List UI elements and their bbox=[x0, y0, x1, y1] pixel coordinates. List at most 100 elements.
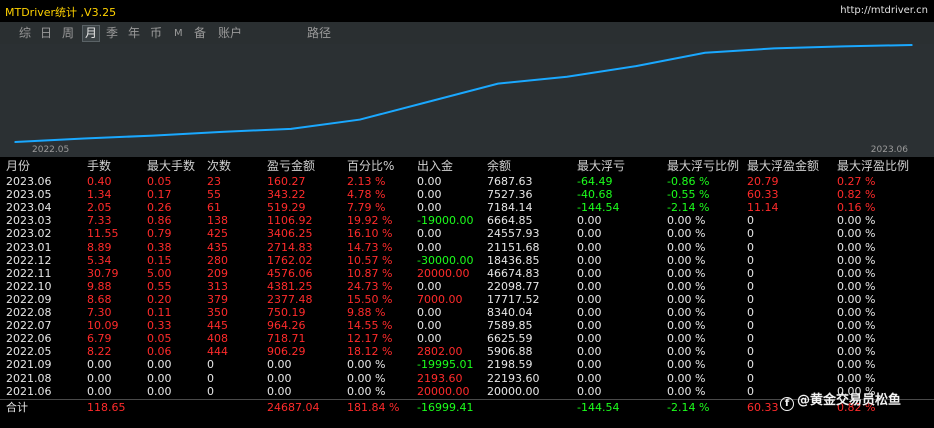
table-row[interactable]: 2023.01 8.89 0.38 435 2714.83 14.73 % 0.00 2115… bbox=[0, 241, 934, 254]
tab-3[interactable]: 月 bbox=[82, 25, 101, 42]
tab-8[interactable]: 备 bbox=[192, 25, 208, 42]
cell-lots: 0.00 bbox=[87, 384, 112, 398]
table-row[interactable]: 2022.10 9.88 0.55 313 4381.25 24.73 % 0.00 2209… bbox=[0, 280, 934, 293]
table-row[interactable]: 2022.11 30.79 5.00 209 4576.06 10.87 % 20000.0… bbox=[0, 267, 934, 280]
data-point-2022.11 bbox=[428, 100, 430, 103]
cell-max-drawdown: 0.00 bbox=[577, 384, 602, 398]
cell-deposit: 2193.60 bbox=[417, 371, 463, 385]
weibo-icon: f bbox=[780, 397, 794, 411]
header-month[interactable]: 月份 bbox=[6, 159, 30, 174]
table-row[interactable]: 2021.08 0.00 0.00 0 0.00 0.00 % 2193.60 22193.6… bbox=[0, 372, 934, 385]
cell-deposit: 0.00 bbox=[417, 201, 442, 215]
header-lots[interactable]: 手数 bbox=[87, 159, 111, 174]
table-row[interactable]: 2022.12 5.34 0.15 280 1762.02 10.57 % -30000.0… bbox=[0, 254, 934, 267]
cell-pnl: 343.22 bbox=[267, 188, 306, 202]
cell-max-drawdown-pct: -2.14 % bbox=[667, 201, 710, 215]
header-max-floating-profit[interactable]: 最大浮盈金额 bbox=[747, 159, 819, 174]
header-max-lots[interactable]: 最大手数 bbox=[147, 159, 195, 174]
cell-balance: 2198.59 bbox=[487, 358, 533, 372]
cell-pnl: 0.00 bbox=[267, 358, 292, 372]
cell-pnl: 4381.25 bbox=[267, 279, 313, 293]
cell-month: 2022.12 bbox=[6, 253, 52, 267]
cell-max-drawdown: 0.00 bbox=[577, 227, 602, 241]
cell-max-floating-profit-pct: 0.00 % bbox=[837, 306, 876, 319]
table-row[interactable]: 2022.09 8.68 0.20 379 2377.48 15.50 % 7000.00 1… bbox=[0, 293, 934, 306]
cell-deposit: 0.00 bbox=[417, 188, 442, 202]
cell-percent: 0.00 % bbox=[347, 384, 386, 398]
cell-month: 2021.09 bbox=[6, 358, 52, 372]
cell-max-lots: 0.33 bbox=[147, 319, 172, 333]
cell-percent: 0.00 % bbox=[347, 371, 386, 385]
cell-max-floating-profit-pct: 0.00 % bbox=[837, 358, 876, 372]
cell-month: 2022.07 bbox=[6, 319, 52, 333]
data-point-2022.08 bbox=[221, 131, 223, 133]
cell-max-lots: 0.00 bbox=[147, 384, 172, 398]
cell-pnl: 906.29 bbox=[267, 345, 306, 359]
cell-month: 2023.05 bbox=[6, 188, 52, 202]
table-row[interactable]: 2023.02 11.55 0.79 425 3406.25 16.10 % 0.00 245… bbox=[0, 227, 934, 240]
cell-month: 2022.06 bbox=[6, 332, 52, 346]
data-point-2023.01 bbox=[566, 75, 568, 78]
cell-max-drawdown-pct: 0.00 % bbox=[667, 332, 706, 346]
cell-max-drawdown-pct: 0.00 % bbox=[667, 384, 706, 398]
table-row[interactable]: 2023.04 2.05 0.26 61 519.29 7.79 % 0.00 7184.14… bbox=[0, 201, 934, 214]
cell-max-floating-profit: 0 bbox=[747, 253, 754, 267]
cell-trades: 425 bbox=[207, 227, 228, 241]
header-pnl[interactable]: 盈亏金额 bbox=[267, 159, 315, 174]
cell-month: 2022.09 bbox=[6, 292, 52, 306]
table-row[interactable]: 2022.06 6.79 0.05 408 718.71 12.17 % 0.00 6625.… bbox=[0, 332, 934, 345]
cell-max-drawdown-pct: 0.00 % bbox=[667, 266, 706, 280]
cell-max-drawdown-pct: -0.55 % bbox=[667, 188, 710, 202]
table-row[interactable]: 2022.05 8.22 0.06 444 906.29 18.12 % 2802.00 59… bbox=[0, 345, 934, 358]
cell-max-lots: 5.00 bbox=[147, 266, 172, 280]
data-point-2023.02 bbox=[635, 65, 637, 67]
tab-2[interactable]: 周 bbox=[60, 25, 76, 42]
tab-0[interactable]: 综 bbox=[17, 25, 33, 42]
table-row[interactable]: 2021.09 0.00 0.00 0 0.00 0.00 % -19995.01 2198.… bbox=[0, 358, 934, 371]
header-max-floating-profit-pct[interactable]: 最大浮盈比例 bbox=[837, 159, 909, 174]
cell-max-drawdown-pct: 0.00 % bbox=[667, 214, 706, 228]
cell-max-drawdown: 0.00 bbox=[577, 292, 602, 306]
header-balance[interactable]: 余额 bbox=[487, 159, 511, 174]
tab-4[interactable]: 季 bbox=[104, 25, 120, 42]
cell-percent: 15.50 % bbox=[347, 292, 393, 306]
tab-1[interactable]: 日 bbox=[38, 25, 54, 42]
tab-10[interactable]: 路径 bbox=[305, 25, 333, 42]
table-row[interactable]: 2023.03 7.33 0.86 138 1106.92 19.92 % -19000.0… bbox=[0, 214, 934, 227]
header-percent[interactable]: 百分比% bbox=[347, 159, 394, 174]
tab-5[interactable]: 年 bbox=[126, 25, 142, 42]
cell-balance: 5906.88 bbox=[487, 345, 533, 359]
tab-7[interactable]: M bbox=[172, 25, 185, 42]
table-row[interactable]: 2023.06 0.40 0.05 23 160.27 2.13 % 0.00 7687.63… bbox=[0, 175, 934, 188]
cell-lots: 5.34 bbox=[87, 253, 112, 267]
header-trades[interactable]: 次数 bbox=[207, 159, 231, 174]
table-row[interactable]: 2022.07 10.09 0.33 445 964.26 14.55 % 0.00 7589… bbox=[0, 319, 934, 332]
tab-9[interactable]: 账户 bbox=[216, 25, 244, 42]
cell-max-drawdown: 0.00 bbox=[577, 306, 602, 319]
table-row[interactable]: 2022.08 7.30 0.11 350 750.19 9.88 % 0.00 8340.0… bbox=[0, 306, 934, 319]
tab-6[interactable]: 币 bbox=[148, 25, 164, 42]
cell-deposit: 20000.00 bbox=[417, 266, 470, 280]
header-deposit[interactable]: 出入金 bbox=[417, 159, 453, 174]
cell-trades: 0 bbox=[207, 384, 214, 398]
cell-pnl: 964.26 bbox=[267, 319, 306, 333]
cell-max-floating-profit-pct: 0.00 % bbox=[837, 253, 876, 267]
total-label: 合计 bbox=[6, 400, 28, 414]
cell-max-drawdown: 0.00 bbox=[577, 319, 602, 333]
cell-deposit: 0.00 bbox=[417, 306, 442, 319]
cell-lots: 1.34 bbox=[87, 188, 112, 202]
cell-max-lots: 0.38 bbox=[147, 240, 172, 254]
cell-month: 2023.03 bbox=[6, 214, 52, 228]
table-row[interactable]: 2023.05 1.34 0.17 55 343.22 4.78 % 0.00 7527.36… bbox=[0, 188, 934, 201]
cell-month: 2022.10 bbox=[6, 279, 52, 293]
cell-balance: 8340.04 bbox=[487, 306, 533, 319]
cell-pnl: 750.19 bbox=[267, 306, 306, 319]
cell-max-floating-profit-pct: 0.00 % bbox=[837, 240, 876, 254]
cell-max-floating-profit: 0 bbox=[747, 306, 754, 319]
header-max-drawdown-pct[interactable]: 最大浮亏比例 bbox=[667, 159, 739, 174]
cell-deposit: 0.00 bbox=[417, 279, 442, 293]
site-url-link[interactable]: http://mtdriver.cn bbox=[840, 5, 928, 16]
app-title: MTDriver统计 ,V3.25 bbox=[5, 6, 117, 19]
header-max-drawdown[interactable]: 最大浮亏 bbox=[577, 159, 625, 174]
cell-max-floating-profit-pct: 0.00 % bbox=[837, 371, 876, 385]
